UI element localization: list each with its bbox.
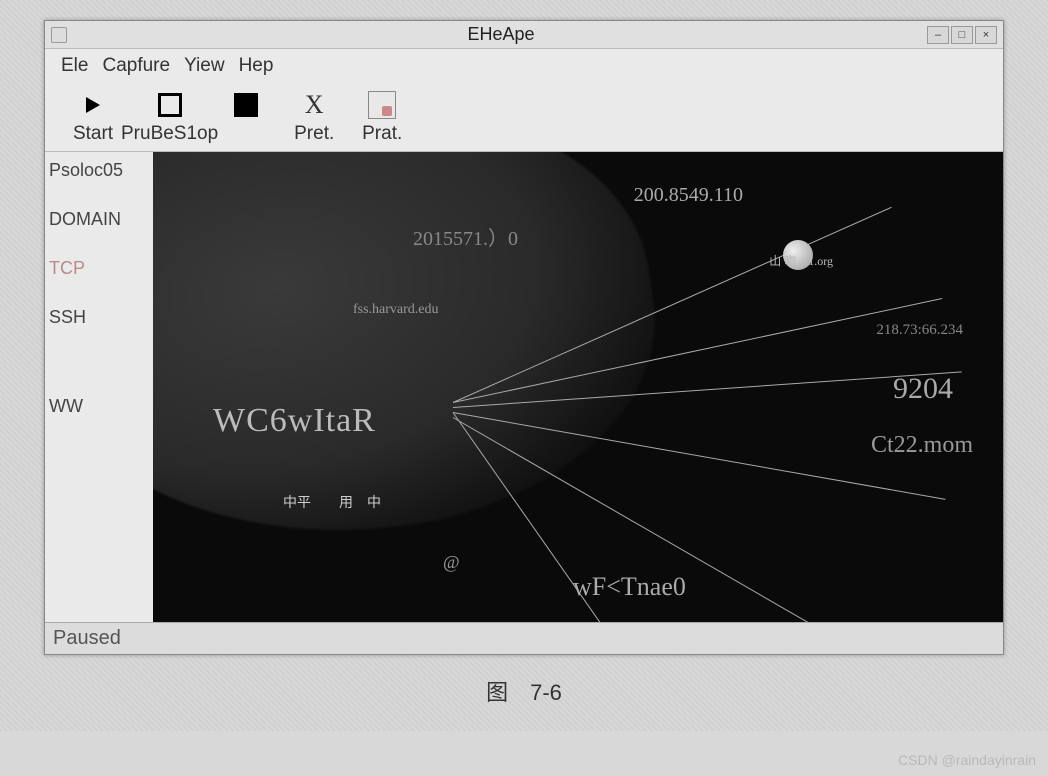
titlebar: EHeApe – □ × bbox=[45, 21, 1003, 49]
watermark: CSDN @raindayinrain bbox=[898, 752, 1036, 768]
node-label-ip: 200.8549.110 bbox=[634, 184, 743, 207]
sidebar-item-domain[interactable]: DOMAIN bbox=[49, 209, 149, 230]
system-menu-icon[interactable] bbox=[51, 27, 67, 43]
start-label: Start bbox=[73, 123, 113, 145]
node-label: wF<Tnae0 bbox=[573, 572, 686, 602]
window-title: EHeApe bbox=[75, 24, 927, 45]
main-area: Psoloc05 DOMAIN TCP SSH WW 200.8549.110 … bbox=[45, 151, 1003, 622]
prat-button[interactable]: Prat. bbox=[358, 91, 406, 145]
stop-button[interactable] bbox=[222, 91, 270, 145]
pret-label: Pret. bbox=[294, 123, 334, 145]
close-button[interactable]: × bbox=[975, 26, 997, 44]
node-label: 山 吻 1.org bbox=[769, 252, 833, 269]
statusbar: Paused bbox=[45, 622, 1003, 654]
protocol-sidebar: Psoloc05 DOMAIN TCP SSH WW bbox=[45, 152, 153, 622]
node-label: 9204 bbox=[893, 372, 953, 406]
node-label: WC6wItaR bbox=[213, 402, 376, 440]
node-label-ip: 218.73:66.234 bbox=[876, 322, 963, 339]
square-solid-icon bbox=[232, 91, 260, 119]
pret-button[interactable]: X Pret. bbox=[290, 91, 338, 145]
status-text: Paused bbox=[53, 627, 121, 649]
prat-label: Prat. bbox=[362, 123, 402, 145]
menu-capture[interactable]: Capfure bbox=[98, 55, 174, 77]
menubar: Ele Capfure Yiew Hep bbox=[45, 49, 1003, 83]
square-outline-icon bbox=[156, 91, 184, 119]
node-label: 中平 用 中 bbox=[283, 492, 381, 512]
figure-caption: 图 7-6 bbox=[20, 655, 1028, 711]
sidebar-item-ww[interactable]: WW bbox=[49, 396, 149, 417]
node-label: @ bbox=[443, 552, 460, 573]
x-icon: X bbox=[300, 91, 328, 119]
play-icon bbox=[79, 91, 107, 119]
menu-help[interactable]: Hep bbox=[235, 55, 278, 77]
node-label-host: fss.harvard.edu bbox=[353, 302, 439, 318]
start-button[interactable]: Start bbox=[69, 91, 117, 145]
window-controls: – □ × bbox=[927, 26, 997, 44]
menu-view[interactable]: Yiew bbox=[180, 55, 228, 77]
toolbar: Start PruBeS1op X Pret. Prat. bbox=[45, 83, 1003, 151]
node-label-ip: 2015571.）0 bbox=[413, 222, 518, 251]
maximize-button[interactable]: □ bbox=[951, 26, 973, 44]
node-label-host: Ct22.mom bbox=[871, 432, 973, 459]
document-icon bbox=[368, 91, 396, 119]
app-window: EHeApe – □ × Ele Capfure Yiew Hep Start … bbox=[44, 20, 1004, 655]
prubes-label: PruBeS1op bbox=[121, 123, 218, 145]
pause-button[interactable]: PruBeS1op bbox=[121, 91, 218, 145]
minimize-button[interactable]: – bbox=[927, 26, 949, 44]
sidebar-item-psoloc[interactable]: Psoloc05 bbox=[49, 160, 149, 181]
sidebar-item-ssh[interactable]: SSH bbox=[49, 307, 149, 328]
sidebar-item-tcp[interactable]: TCP bbox=[49, 258, 149, 279]
traffic-blob bbox=[153, 152, 679, 573]
menu-ele[interactable]: Ele bbox=[57, 55, 92, 77]
network-canvas[interactable]: 200.8549.110 2015571.）0 fss.harvard.edu … bbox=[153, 152, 1003, 622]
